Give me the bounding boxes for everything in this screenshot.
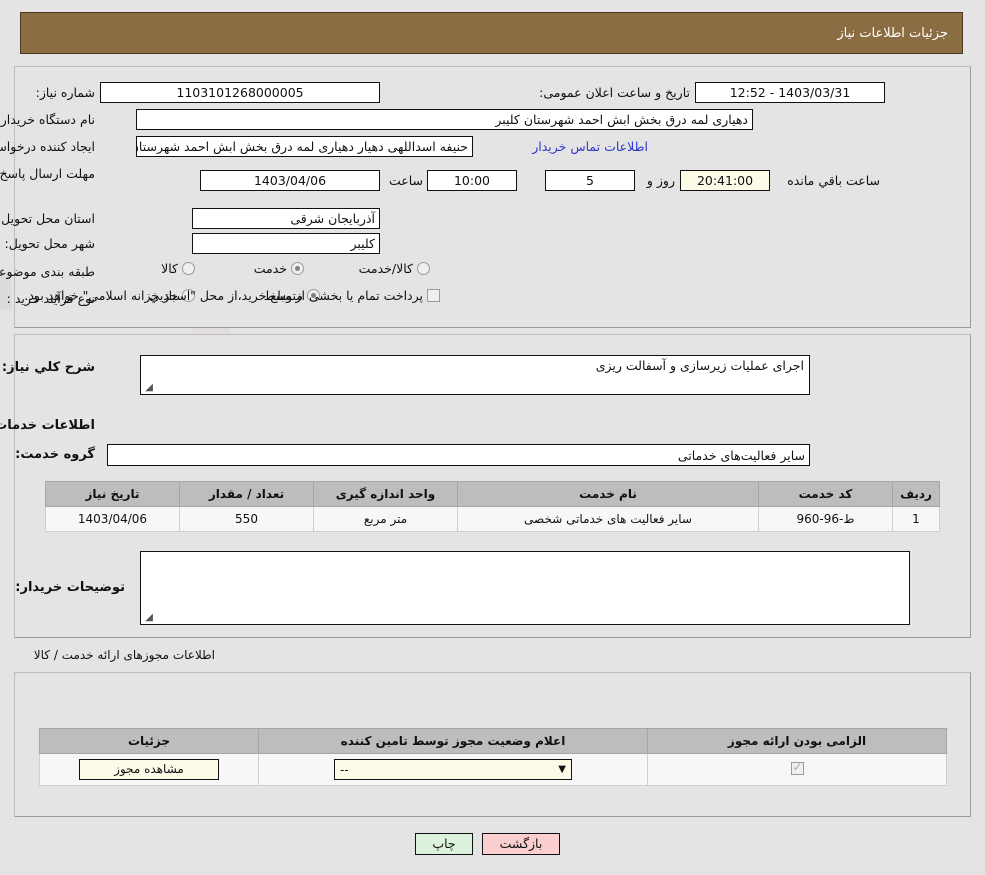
table-row: 1 ط-96-960 سایر فعالیت های خدماتی شخصی م… bbox=[46, 507, 940, 532]
print-button[interactable]: چاپ bbox=[415, 833, 473, 855]
license-required-checkbox bbox=[791, 762, 804, 775]
cell-license-status: ▼ -- bbox=[259, 754, 648, 786]
col-license-status: اعلام وضعیت مجوز توسط تامین کننده bbox=[259, 729, 648, 754]
public-announce-label: تاریخ و ساعت اعلان عمومی: bbox=[539, 85, 690, 100]
buyer-org-label: نام دستگاه خریدار: bbox=[0, 112, 95, 127]
deadline-remaining-label: ساعت باقي مانده bbox=[787, 173, 880, 188]
creator-field[interactable]: حنیفه اسداللهی دهیار دهیاری لمه درق بخش … bbox=[136, 136, 473, 157]
service-group-field[interactable]: سایر فعالیت‌های خدماتی bbox=[107, 444, 810, 466]
cell-unit: متر مربع bbox=[314, 507, 458, 532]
buyer-contact-link[interactable]: اطلاعات تماس خریدار bbox=[532, 139, 648, 154]
col-license-details: جزئیات bbox=[40, 729, 259, 754]
licenses-table-header-row: الزامی بودن ارائه مجوز اعلام وضعیت مجوز … bbox=[40, 729, 947, 754]
cell-quantity: 550 bbox=[180, 507, 314, 532]
deadline-label: مهلت ارسال پاسخ: تا تاریخ: bbox=[15, 166, 95, 181]
general-desc-value: اجرای عملیات زیرسازی و آسفالت ریزی bbox=[596, 358, 804, 373]
deadline-remaining-field[interactable]: 20:41:00 bbox=[680, 170, 770, 191]
buyer-org-field[interactable]: دهیاری لمه درق بخش ابش احمد شهرستان کلیب… bbox=[136, 109, 753, 130]
city-label: شهر محل تحویل: bbox=[5, 236, 95, 251]
col-date: تاریخ نیاز bbox=[46, 482, 180, 507]
col-name: نام خدمت bbox=[458, 482, 759, 507]
category-option-label: کالا/خدمت bbox=[359, 261, 413, 276]
buyer-notes-label: توضیحات خریدار: bbox=[15, 580, 125, 595]
cell-name: سایر فعالیت های خدماتی شخصی bbox=[458, 507, 759, 532]
license-status-select[interactable]: ▼ -- bbox=[334, 759, 572, 780]
cell-license-details: مشاهده مجوز bbox=[40, 754, 259, 786]
category-radio-kala[interactable]: کالا bbox=[147, 261, 195, 276]
licenses-table: الزامی بودن ارائه مجوز اعلام وضعیت مجوز … bbox=[39, 728, 947, 786]
deadline-days-field[interactable]: 5 bbox=[545, 170, 635, 191]
page-root: AriaTender .net جزئیات اطلاعات نیاز شمار… bbox=[0, 0, 985, 875]
service-group-label: گروه خدمت: bbox=[15, 447, 95, 462]
page-title: جزئیات اطلاعات نیاز bbox=[837, 26, 948, 41]
need-number-field[interactable]: 1103101268000005 bbox=[100, 82, 380, 103]
radio-circle bbox=[417, 262, 430, 275]
col-row: ردیف bbox=[893, 482, 940, 507]
treasury-note-text: پرداخت تمام یا بخشی از مبلغ خرید،از محل … bbox=[24, 288, 423, 303]
city-field[interactable]: کلیبر bbox=[192, 233, 380, 254]
deadline-time-label: ساعت bbox=[389, 173, 423, 188]
province-field[interactable]: آذربایجان شرقی bbox=[192, 208, 380, 229]
col-unit: واحد اندازه گیری bbox=[314, 482, 458, 507]
general-desc-label: شرح کلي نیاز: bbox=[2, 360, 95, 375]
need-number-label: شماره نیاز: bbox=[36, 85, 95, 100]
buyer-notes-textarea[interactable]: ◢ bbox=[140, 551, 910, 625]
creator-label: ایجاد کننده درخواست: bbox=[0, 139, 95, 154]
general-desc-textarea[interactable]: اجرای عملیات زیرسازی و آسفالت ریزی ◢ bbox=[140, 355, 810, 395]
col-code: کد خدمت bbox=[759, 482, 893, 507]
page-header: جزئیات اطلاعات نیاز bbox=[20, 12, 963, 54]
view-license-button[interactable]: مشاهده مجوز bbox=[79, 759, 219, 780]
province-label: استان محل تحویل: bbox=[0, 211, 95, 226]
treasury-note-checkbox[interactable] bbox=[427, 289, 440, 302]
services-table-header-row: ردیف کد خدمت نام خدمت واحد اندازه گیری ت… bbox=[46, 482, 940, 507]
public-announce-field[interactable]: 1403/03/31 - 12:52 bbox=[695, 82, 885, 103]
services-section-title: اطلاعات خدمات مورد نیاز bbox=[0, 418, 95, 433]
deadline-date-field[interactable]: 1403/04/06 bbox=[200, 170, 380, 191]
licenses-section-title: اطلاعات مجوزهای ارائه خدمت / کالا bbox=[34, 648, 215, 662]
cell-row: 1 bbox=[893, 507, 940, 532]
category-option-label: خدمت bbox=[254, 261, 287, 276]
back-button[interactable]: بازگشت bbox=[482, 833, 560, 855]
services-table: ردیف کد خدمت نام خدمت واحد اندازه گیری ت… bbox=[45, 481, 940, 532]
deadline-time-field[interactable]: 10:00 bbox=[427, 170, 517, 191]
treasury-note-checkbox-group[interactable]: پرداخت تمام یا بخشی از مبلغ خرید،از محل … bbox=[10, 288, 440, 303]
resize-grip-icon[interactable]: ◢ bbox=[143, 613, 153, 623]
category-radio-khedmat[interactable]: خدمت bbox=[240, 261, 304, 276]
cell-date: 1403/04/06 bbox=[46, 507, 180, 532]
radio-circle-selected bbox=[291, 262, 304, 275]
radio-circle bbox=[182, 262, 195, 275]
category-radio-kala-khedmat[interactable]: کالا/خدمت bbox=[345, 261, 430, 276]
col-license-required: الزامی بودن ارائه مجوز bbox=[648, 729, 947, 754]
category-label: طبقه بندی موضوعی: bbox=[0, 264, 95, 279]
resize-grip-icon[interactable]: ◢ bbox=[143, 383, 153, 393]
table-row: ▼ -- مشاهده مجوز bbox=[40, 754, 947, 786]
cell-code: ط-96-960 bbox=[759, 507, 893, 532]
col-quantity: تعداد / مقدار bbox=[180, 482, 314, 507]
license-status-value: -- bbox=[340, 763, 349, 777]
chevron-down-icon: ▼ bbox=[558, 764, 566, 775]
category-option-label: کالا bbox=[161, 261, 178, 276]
cell-license-required bbox=[648, 754, 947, 786]
deadline-days-label: روز و bbox=[647, 173, 675, 188]
